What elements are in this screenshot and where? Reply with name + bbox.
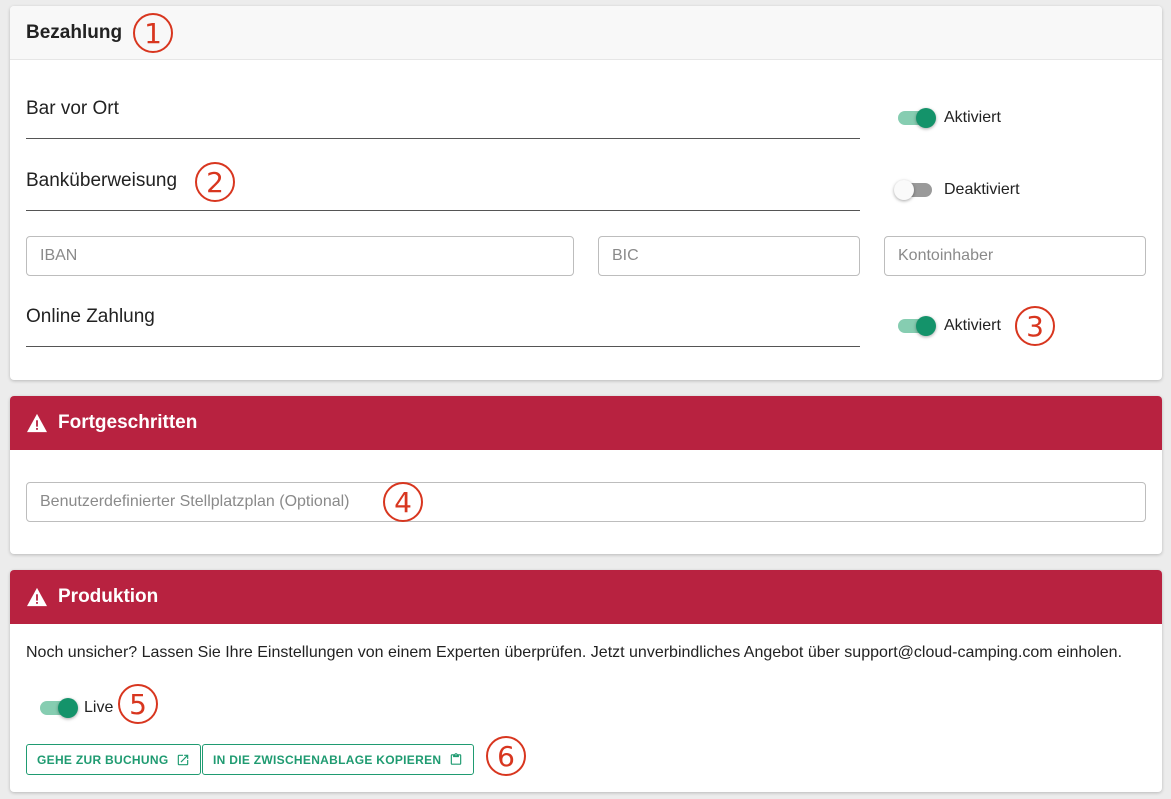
- advanced-title: Fortgeschritten: [58, 412, 198, 433]
- annotation-marker-6: 6: [486, 736, 526, 776]
- payment-method-cash-label: Bar vor Ort: [26, 98, 119, 119]
- annotation-marker-3: 3: [1015, 306, 1055, 346]
- copy-clipboard-label: IN DIE ZWISCHENABLAGE KOPIEREN: [213, 752, 442, 767]
- live-label: Live: [84, 699, 114, 716]
- payment-title: Bezahlung: [26, 21, 123, 43]
- warning-icon: [27, 413, 47, 433]
- payment-method-online-toggle[interactable]: Aktiviert: [898, 316, 1001, 336]
- warning-icon: [27, 587, 47, 607]
- iban-input[interactable]: [26, 236, 574, 276]
- payment-method-cash-status: Aktiviert: [944, 109, 1001, 126]
- pitch-plan-input[interactable]: [26, 482, 1146, 522]
- goto-booking-button[interactable]: GEHE ZUR BUCHUNG: [26, 744, 202, 775]
- payment-method-transfer-status: Deaktiviert: [944, 181, 1020, 198]
- toggle-knob[interactable]: [916, 108, 936, 128]
- toggle-knob[interactable]: [58, 698, 78, 718]
- payment-method-online-label: Online Zahlung: [26, 306, 155, 327]
- toggle-track[interactable]: [898, 316, 936, 336]
- advanced-card: Fortgeschritten: [10, 396, 1162, 554]
- goto-booking-label: GEHE ZUR BUCHUNG: [37, 752, 169, 767]
- bic-input[interactable]: [598, 236, 860, 276]
- payment-method-cash-divider: [26, 138, 860, 139]
- payment-card: Bezahlung Bar vor Ort Aktiviert Banküber…: [10, 6, 1162, 380]
- payment-header: Bezahlung: [10, 6, 1162, 60]
- toggle-track[interactable]: [894, 180, 932, 200]
- live-toggle[interactable]: Live: [40, 698, 114, 718]
- payment-method-transfer-label: Banküberweisung: [26, 170, 178, 191]
- production-title: Produktion: [58, 586, 159, 607]
- production-header: Produktion: [10, 570, 1162, 624]
- production-card: Produktion Noch unsicher? Lassen Sie Ihr…: [10, 570, 1162, 792]
- toggle-knob[interactable]: [916, 316, 936, 336]
- payment-method-cash-toggle[interactable]: Aktiviert: [898, 108, 1001, 128]
- toggle-track[interactable]: [898, 108, 936, 128]
- production-info-text: Noch unsicher? Lassen Sie Ihre Einstellu…: [26, 644, 1123, 661]
- payment-method-transfer-divider: [26, 210, 860, 211]
- annotation-marker-1: 1: [133, 13, 173, 53]
- advanced-header: Fortgeschritten: [10, 396, 1162, 450]
- annotation-marker-4: 4: [383, 482, 423, 522]
- payment-method-online-divider: [26, 346, 860, 347]
- payment-method-online-status: Aktiviert: [944, 317, 1001, 334]
- clipboard-icon: [451, 753, 462, 765]
- open-in-new-icon: [178, 754, 189, 765]
- annotation-marker-2: 2: [195, 162, 235, 202]
- toggle-track[interactable]: [40, 698, 78, 718]
- account-holder-input[interactable]: [884, 236, 1146, 276]
- annotation-marker-5: 5: [118, 684, 158, 724]
- payment-method-transfer-toggle[interactable]: Deaktiviert: [894, 180, 1020, 200]
- copy-clipboard-button[interactable]: IN DIE ZWISCHENABLAGE KOPIEREN: [202, 744, 475, 775]
- toggle-knob[interactable]: [894, 180, 914, 200]
